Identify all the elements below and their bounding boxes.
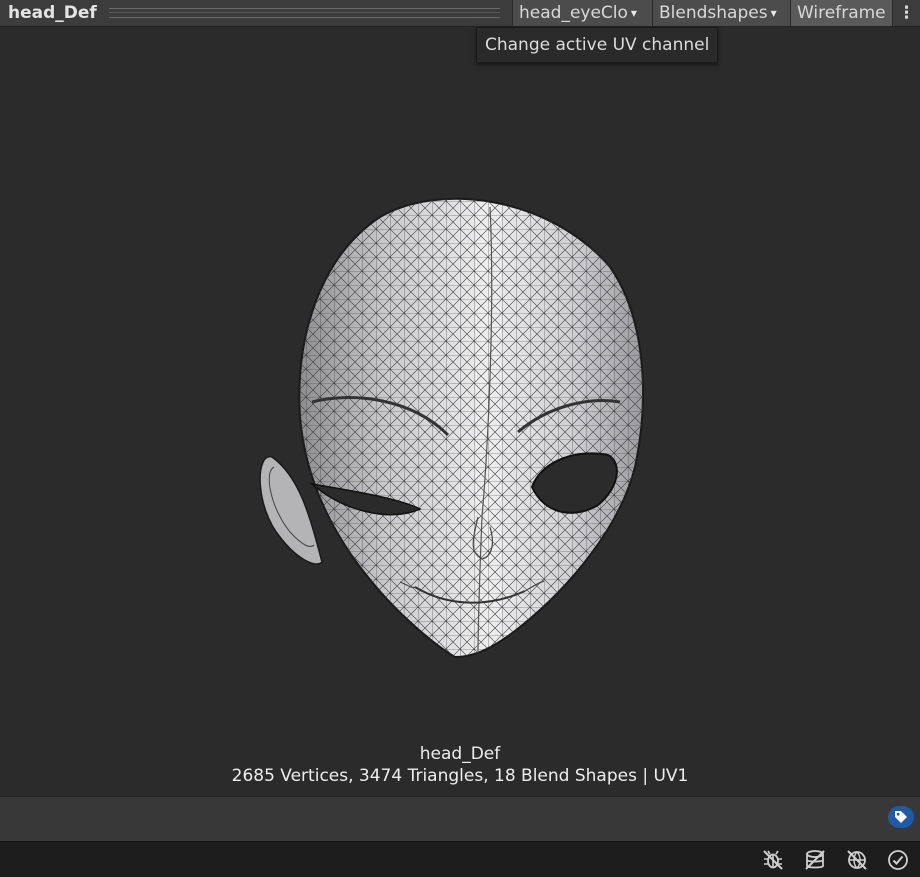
uv-channel-dropdown[interactable]: head_eyeClo ▾ — [512, 0, 652, 26]
blendshapes-label: Blendshapes — [659, 3, 768, 23]
uv-channel-tooltip: Change active UV channel — [476, 27, 719, 63]
tag-icon[interactable] — [888, 806, 914, 828]
asset-labels-bar — [0, 796, 920, 841]
preview-title: head_Def — [8, 3, 97, 23]
mesh-preview-viewport[interactable] — [0, 27, 920, 795]
bug-off-icon[interactable] — [761, 848, 785, 872]
chevron-down-icon: ▾ — [630, 6, 637, 20]
checkmark-circle-icon[interactable] — [886, 848, 910, 872]
mesh-wireframe-render — [259, 197, 644, 659]
preview-header: head_Def head_eyeClo ▾ Blendshapes ▾ Wir… — [0, 0, 920, 27]
network-off-icon[interactable] — [845, 848, 869, 872]
mesh-stats-caption: 2685 Vertices, 3474 Triangles, 18 Blend … — [231, 766, 689, 786]
drag-handle[interactable] — [108, 8, 501, 18]
mesh-name-caption: head_Def — [419, 744, 501, 764]
chevron-down-icon: ▾ — [770, 6, 777, 20]
uv-channel-label: head_eyeClo — [519, 3, 628, 23]
wireframe-toggle[interactable]: Wireframe — [790, 0, 892, 26]
cache-server-icon[interactable] — [803, 848, 827, 872]
blendshapes-dropdown[interactable]: Blendshapes ▾ — [652, 0, 790, 26]
status-bar — [0, 841, 920, 877]
more-menu-icon[interactable]: ⋮ — [892, 0, 920, 26]
